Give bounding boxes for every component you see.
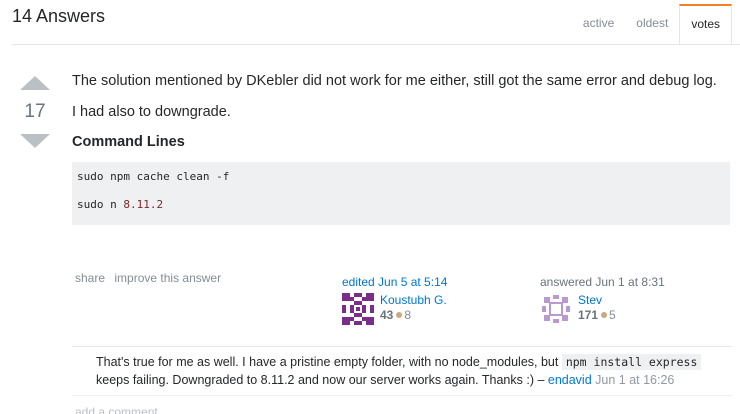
author-avatar[interactable] xyxy=(540,293,572,325)
upvote-arrow-icon[interactable] xyxy=(20,76,50,90)
tab-oldest[interactable]: oldest xyxy=(625,4,679,44)
code-block: sudo npm cache clean -f sudo n 8.11.2 xyxy=(72,162,730,225)
sort-tabs: active oldest votes xyxy=(572,4,732,45)
editor-avatar[interactable] xyxy=(342,293,374,325)
tab-votes[interactable]: votes xyxy=(679,4,732,45)
editor-reputation: 43 xyxy=(380,308,394,322)
code-version-number: 8.11.2 xyxy=(123,198,164,211)
edited-timestamp-link[interactable]: edited Jun 5 at 5:14 xyxy=(342,275,447,289)
command-lines-heading: Command Lines xyxy=(72,134,185,150)
bronze-badge-icon xyxy=(396,312,403,319)
code-line: sudo npm cache clean -f xyxy=(77,170,230,183)
tab-active[interactable]: active xyxy=(572,4,625,44)
downvote-arrow-icon[interactable] xyxy=(20,134,50,148)
comment: That's true for me as well. I have a pri… xyxy=(72,347,732,396)
comment-date: Jun 1 at 16:26 xyxy=(595,373,675,387)
bronze-badge-icon xyxy=(601,312,608,319)
editor-username-link[interactable]: Koustubh G. xyxy=(380,293,447,308)
improve-answer-link[interactable]: improve this answer xyxy=(114,271,221,285)
editor-signature: edited Jun 5 at 5:14 Koustubh G. 43 8 xyxy=(342,275,447,325)
author-signature: answered Jun 1 at 8:31 Stev 171 5 xyxy=(540,275,665,325)
share-link[interactable]: share xyxy=(75,271,105,285)
vote-cell: 17 xyxy=(18,76,52,148)
editor-bronze-count: 8 xyxy=(404,308,412,322)
answered-timestamp: answered Jun 1 at 8:31 xyxy=(540,275,665,289)
answer-body: The solution mentioned by DKebler did no… xyxy=(72,72,732,225)
answer-paragraph: The solution mentioned by DKebler did no… xyxy=(72,73,717,89)
code-line: sudo n 8.11.2 xyxy=(77,198,725,212)
author-bronze-count: 5 xyxy=(609,308,616,322)
comments-section: That's true for me as well. I have a pri… xyxy=(72,346,732,396)
author-reputation: 171 xyxy=(578,308,599,322)
comment-user-link[interactable]: endavid xyxy=(548,373,592,387)
answers-count-title: 14 Answers xyxy=(12,6,106,26)
header-divider xyxy=(12,44,740,45)
comment-text: keeps failing. Downgraded to 8.11.2 and … xyxy=(96,373,548,387)
code-command: sudo n xyxy=(77,198,124,211)
answer-paragraph: I had also to downgrade. xyxy=(72,104,231,120)
post-menu: share improve this answer xyxy=(75,271,227,285)
answers-page: 14 Answers active oldest votes 17 The so… xyxy=(0,0,740,414)
author-username-link[interactable]: Stev xyxy=(578,293,616,308)
answers-header: 14 Answers active oldest votes xyxy=(0,0,740,46)
vote-count: 17 xyxy=(24,101,46,122)
comment-text: That's true for me as well. I have a pri… xyxy=(96,355,562,369)
comment-code: npm install express xyxy=(561,354,702,370)
add-comment-link[interactable]: add a comment xyxy=(75,405,158,414)
